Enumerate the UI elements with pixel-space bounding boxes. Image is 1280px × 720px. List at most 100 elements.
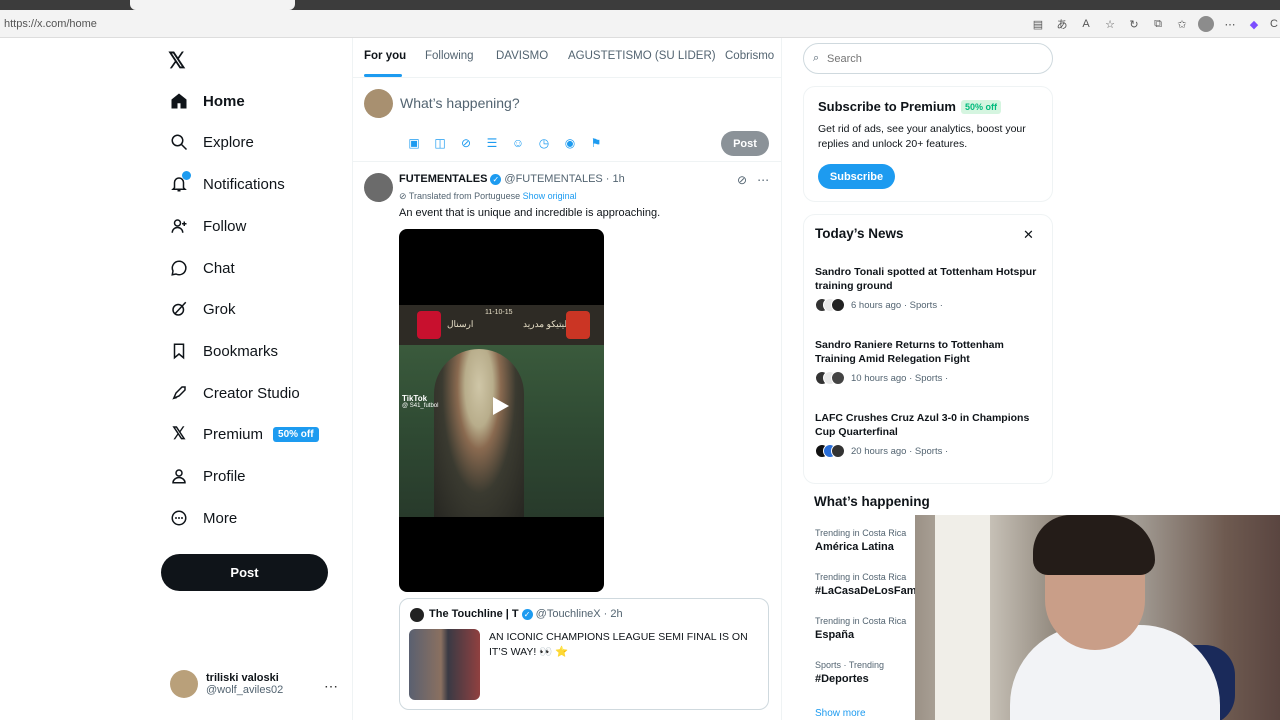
news-item[interactable]: Sandro Tonali spotted at Tottenham Hotsp… [815, 265, 1043, 312]
news-item[interactable]: LAFC Crushes Cruz Azul 3-0 in Champions … [815, 411, 1043, 458]
person-icon [168, 465, 190, 487]
nav-label: Creator Studio [203, 384, 300, 402]
news-avatars [815, 444, 845, 458]
nav-explore[interactable]: Explore [168, 128, 254, 156]
news-headline: Sandro Raniere Returns to Tottenham Trai… [815, 339, 1004, 365]
search-icon: ⌕ [813, 52, 820, 64]
more-icon[interactable]: ⋯ [757, 173, 769, 187]
quoted-tweet[interactable]: The Touchline | T ✓ @TouchlineX · 2h AN … [399, 598, 769, 710]
nav-label: Bookmarks [203, 342, 279, 360]
premium-description: Get rid of ads, see your analytics, boos… [818, 123, 1026, 150]
webcam-overlay [915, 515, 1280, 720]
nav-creator-studio[interactable]: Creator Studio [168, 379, 300, 407]
nav-more[interactable]: More [168, 504, 237, 532]
compose-post-button[interactable]: Post [721, 131, 769, 156]
show-more-link[interactable]: Show more [815, 708, 866, 719]
nav-notifications[interactable]: Notifications [168, 170, 285, 198]
trend-context: Sports · Trending [815, 660, 885, 670]
news-item[interactable]: Sandro Raniere Returns to Tottenham Trai… [815, 338, 1043, 385]
active-tab-indicator [364, 74, 402, 77]
nav-chat[interactable]: Chat [168, 254, 235, 282]
grok-icon[interactable]: ⊘ [737, 173, 747, 187]
split-screen-icon[interactable]: ⧉ [1148, 14, 1168, 34]
tweet-time[interactable]: · 1h [606, 173, 625, 185]
grok-icon[interactable]: ⊘ [453, 136, 479, 150]
tweet[interactable]: FUTEMENTALES ✓ @FUTEMENTALES · 1h ⊘ ⋯ ⊘ … [353, 162, 781, 720]
favorites-icon[interactable]: ✩ [1172, 14, 1192, 34]
quoted-tweet-image[interactable] [409, 629, 480, 700]
address-bar[interactable]: https://x.com/home [4, 18, 97, 30]
more-circle-icon [168, 507, 190, 529]
menu-icon[interactable]: ⋯ [1220, 14, 1240, 34]
browser-tab[interactable] [130, 0, 295, 10]
news-headline: LAFC Crushes Cruz Azul 3-0 in Champions … [815, 412, 1030, 438]
trend-item[interactable]: Sports · Trending #Deportes [815, 660, 884, 685]
copilot-icon[interactable]: ◆ [1244, 14, 1264, 34]
tab-davismo[interactable]: DAVISMO [496, 50, 548, 62]
account-more-icon[interactable]: ⋯ [324, 678, 338, 695]
browser-toolbar: ▤ あ A ☆ ↻ ⧉ ✩ ⋯ ◆ C [1024, 14, 1280, 34]
tab-for-you[interactable]: For you [364, 50, 406, 62]
refresh-icon[interactable]: ↻ [1124, 14, 1144, 34]
translate-icon[interactable]: あ [1052, 14, 1072, 34]
trend-context: Trending in Costa Rica [815, 528, 907, 538]
profile-icon[interactable] [1196, 14, 1216, 34]
location-icon[interactable]: ◉ [557, 136, 583, 150]
tab-agustetismo[interactable]: AGUSTETISMO (SU LIDER) [568, 50, 716, 62]
premium-title-text: Subscribe to Premium [818, 99, 956, 114]
trend-item[interactable]: Trending in Costa Rica #LaCasaDeLosFam [815, 572, 917, 597]
play-icon[interactable] [493, 397, 509, 415]
avatar [170, 670, 198, 698]
column-divider [781, 38, 782, 720]
video-match-banner: ارسنال 11-10-15 اتليتيكو مدريد [399, 305, 604, 345]
trend-item[interactable]: Trending in Costa Rica América Latina [815, 528, 906, 553]
nav-home[interactable]: Home [168, 87, 245, 115]
avatar [364, 89, 393, 118]
avatar[interactable] [364, 173, 393, 202]
schedule-icon[interactable]: ◷ [531, 136, 557, 150]
show-original-link[interactable]: Show original [523, 191, 577, 201]
emoji-icon[interactable]: ☺ [505, 136, 531, 150]
nav-label: Follow [203, 217, 247, 235]
compose-input[interactable]: What’s happening? [400, 95, 520, 111]
translate-icon: ⊘ [399, 191, 409, 201]
nav-follow[interactable]: Follow [168, 212, 246, 240]
rocket-icon [168, 382, 190, 404]
tab-cobrismo[interactable]: Cobrismo [725, 50, 774, 62]
news-meta: 20 hours ago · Sports · [851, 445, 949, 457]
read-aloud-icon[interactable]: A [1076, 14, 1096, 34]
nav-profile[interactable]: Profile [168, 462, 246, 490]
nav-grok[interactable]: Grok [168, 295, 236, 323]
favorite-icon[interactable]: ☆ [1100, 14, 1120, 34]
search-box[interactable]: ⌕ [803, 43, 1053, 74]
trend-name: América Latina [815, 541, 894, 553]
avatar [410, 608, 424, 622]
account-switcher[interactable]: triliski valoski @wolf_aviles02 [170, 670, 283, 698]
x-logo-icon[interactable]: 𝕏 [168, 48, 186, 74]
verified-icon: ✓ [490, 173, 502, 185]
poll-icon[interactable]: ☰ [479, 136, 505, 150]
trend-item[interactable]: Trending in Costa Rica España [815, 616, 906, 641]
tweet-author-handle[interactable]: @FUTEMENTALES [504, 173, 602, 185]
nav-bookmarks[interactable]: Bookmarks [168, 337, 278, 365]
x-logo-icon: 𝕏 [172, 424, 186, 443]
tweet-video[interactable]: ارسنال 11-10-15 اتليتيكو مدريد TikTok @ … [399, 229, 604, 592]
nav-label: Profile [203, 467, 246, 485]
tab-following[interactable]: Following [425, 50, 474, 62]
nav-premium[interactable]: 𝕏 Premium 50% off [168, 420, 319, 448]
compose-toolbar: ▣ ◫ ⊘ ☰ ☺ ◷ ◉ ⚑ [401, 136, 609, 150]
flag-icon[interactable]: ⚑ [583, 136, 609, 150]
search-input[interactable] [827, 50, 1037, 68]
quoted-tweet-header: The Touchline | T ✓ @TouchlineX · 2h [429, 608, 623, 620]
post-button[interactable]: Post [161, 554, 328, 591]
reader-icon[interactable]: ▤ [1028, 14, 1048, 34]
subscribe-button[interactable]: Subscribe [818, 164, 895, 189]
tweet-author-name[interactable]: FUTEMENTALES [399, 173, 487, 185]
bookmark-icon [168, 340, 190, 362]
image-icon[interactable]: ▣ [401, 136, 427, 150]
gif-icon[interactable]: ◫ [427, 136, 453, 150]
webcam-background [935, 515, 990, 720]
chat-icon [168, 257, 190, 279]
close-icon[interactable]: ✕ [1023, 227, 1034, 243]
sidebar-icon[interactable]: C [1268, 14, 1280, 34]
